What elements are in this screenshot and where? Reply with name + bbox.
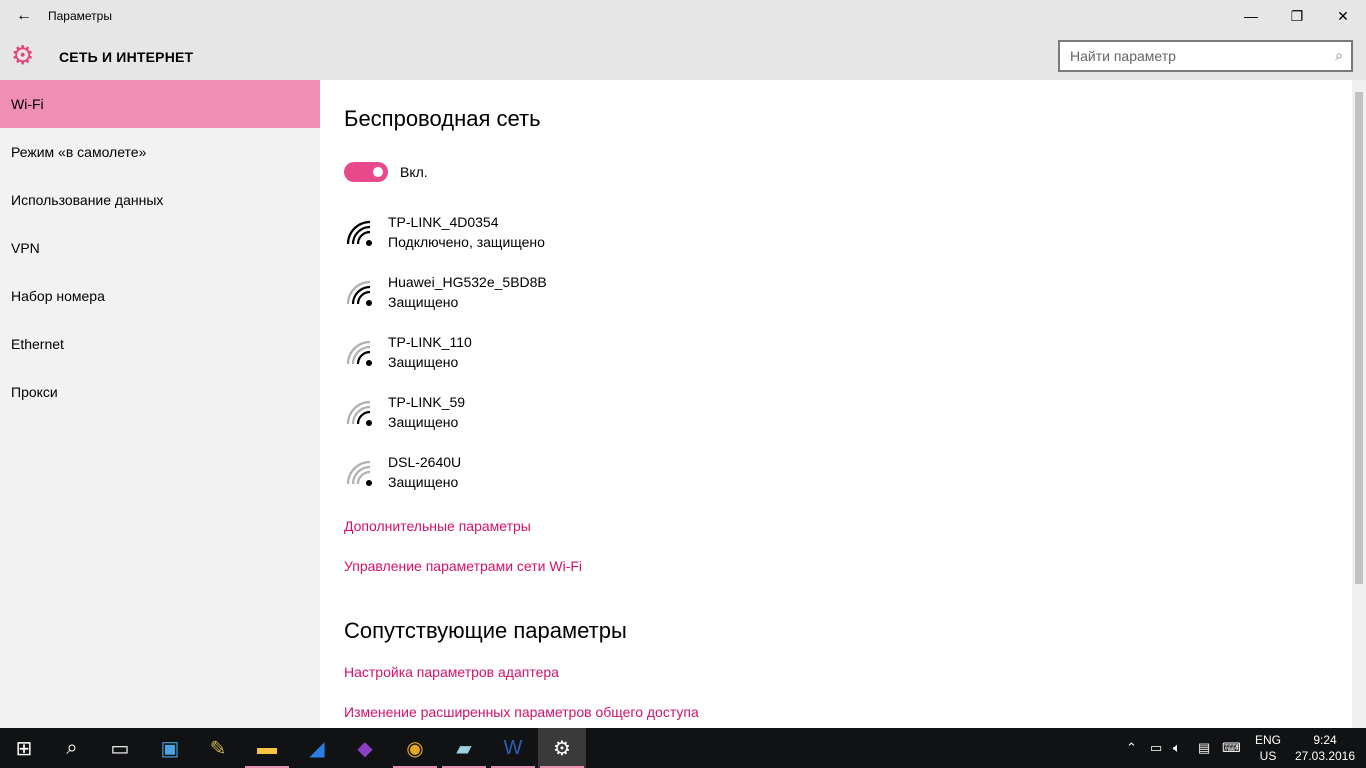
sidebar-item-ethernet[interactable]: Ethernet (0, 320, 320, 368)
manage-wifi-link[interactable]: Управление параметрами сети Wi-Fi (344, 558, 582, 574)
notepad-icon[interactable]: ▰ (440, 728, 488, 768)
network-status: Подключено, защищено (388, 234, 545, 250)
page-title: СЕТЬ И ИНТЕРНЕТ (59, 49, 194, 65)
network-status: Защищено (388, 474, 459, 490)
back-button[interactable]: ← (0, 7, 48, 25)
network-name: TP-LINK_4D0354 (388, 214, 499, 230)
close-button[interactable]: ✕ (1320, 0, 1366, 32)
task-view-icon[interactable]: ▭ (96, 728, 144, 768)
sidebar-item-airplane[interactable]: Режим «в самолете» (0, 128, 320, 176)
time: 9:24 (1313, 733, 1337, 747)
show-hidden-icons[interactable]: ⌃ (1126, 728, 1137, 768)
minimize-button[interactable]: — (1228, 0, 1274, 32)
lang-region: US (1259, 749, 1277, 763)
network-item[interactable]: TP-LINK_4D0354 Подключено, защищено (344, 214, 744, 254)
word-icon[interactable]: W (489, 728, 537, 768)
visual-studio-icon[interactable]: ◆ (341, 728, 389, 768)
date: 27.03.2016 (1294, 749, 1356, 763)
lang-code: ENG (1255, 733, 1282, 747)
settings-icon[interactable]: ⚙ (538, 728, 586, 768)
network-item[interactable]: TP-LINK_110 Защищено (344, 334, 744, 374)
window-title: Параметры (48, 9, 112, 23)
network-name: DSL-2640U (388, 454, 462, 470)
main-content: Беспроводная сеть Вкл. TP-LINK_4D0354 По… (320, 80, 1352, 728)
volume-icon[interactable]: 🔈︎ (1173, 728, 1181, 768)
network-item[interactable]: TP-LINK_59 Защищено (344, 394, 744, 434)
network-status: Защищено (388, 414, 459, 430)
restore-button[interactable]: ❐ (1274, 0, 1320, 32)
advanced-options-link[interactable]: Дополнительные параметры (344, 518, 531, 534)
keyboard-icon[interactable]: ⌨ (1222, 728, 1241, 768)
sidebar-item-wifi[interactable]: Wi-Fi (0, 80, 320, 128)
clock[interactable]: 9:24 27.03.2016 (1294, 732, 1356, 764)
sidebar-item-proxy[interactable]: Прокси (0, 368, 320, 416)
sidebar-item-vpn[interactable]: VPN (0, 224, 320, 272)
network-name: TP-LINK_110 (388, 334, 472, 350)
sharing-settings-link[interactable]: Изменение расширенных параметров общего … (344, 704, 699, 720)
scrollbar[interactable] (1352, 80, 1366, 728)
scrollbar-thumb[interactable] (1355, 92, 1363, 584)
network-item[interactable]: Huawei_HG532e_5BD8B Защищено (344, 274, 744, 314)
related-title: Сопутствующие параметры (344, 618, 627, 643)
taskbar: ⊞ ⌕ ▭ ▣ ✎ ▬ ◢ ◆ ◉ ▰ W ⚙ ⌃ ▭ 🔈︎ ▤ ⌨ ENG US… (0, 728, 1366, 768)
wifi-signal-icon (346, 400, 372, 426)
wifi-signal-icon (346, 340, 372, 366)
wifi-signal-icon (346, 460, 372, 486)
sidebar: Wi-Fi Режим «в самолете» Использование д… (0, 80, 320, 728)
sidebar-item-data-usage[interactable]: Использование данных (0, 176, 320, 224)
section-title: Беспроводная сеть (344, 106, 541, 131)
start-button[interactable]: ⊞ (0, 728, 48, 768)
notifications-icon[interactable]: ▤ (1198, 728, 1210, 768)
network-status: Защищено (388, 294, 459, 310)
header: ⚙ СЕТЬ И ИНТЕРНЕТ Найти параметр ⌕ (0, 32, 1366, 80)
network-name: Huawei_HG532e_5BD8B (388, 274, 547, 290)
chrome-icon[interactable]: ◉ (391, 728, 439, 768)
wireshark-icon[interactable]: ◢ (293, 728, 341, 768)
network-status: Защищено (388, 354, 459, 370)
battery-icon[interactable]: ▭ (1150, 728, 1162, 768)
control-panel-icon[interactable]: ▣ (146, 728, 194, 768)
file-explorer-icon[interactable]: ▬ (243, 728, 291, 768)
toggle-label: Вкл. (400, 164, 428, 180)
search-icon[interactable]: ⌕ (1335, 47, 1343, 64)
network-name: TP-LINK_59 (388, 394, 466, 410)
search-input[interactable]: Найти параметр ⌕ (1058, 40, 1353, 72)
search-icon[interactable]: ⌕ (48, 728, 96, 768)
app-icon[interactable]: ✎ (194, 728, 242, 768)
wifi-toggle[interactable] (344, 162, 388, 182)
network-item[interactable]: DSL-2640U Защищено (344, 454, 744, 494)
search-placeholder: Найти параметр (1070, 48, 1176, 64)
language-indicator[interactable]: ENG US (1255, 732, 1281, 764)
sidebar-item-dialup[interactable]: Набор номера (0, 272, 320, 320)
gear-icon: ⚙ (11, 40, 35, 70)
title-bar: ← Параметры — ❐ ✕ (0, 0, 1366, 32)
wifi-signal-icon (346, 280, 372, 306)
wifi-signal-icon (346, 220, 372, 246)
adapter-settings-link[interactable]: Настройка параметров адаптера (344, 664, 559, 680)
